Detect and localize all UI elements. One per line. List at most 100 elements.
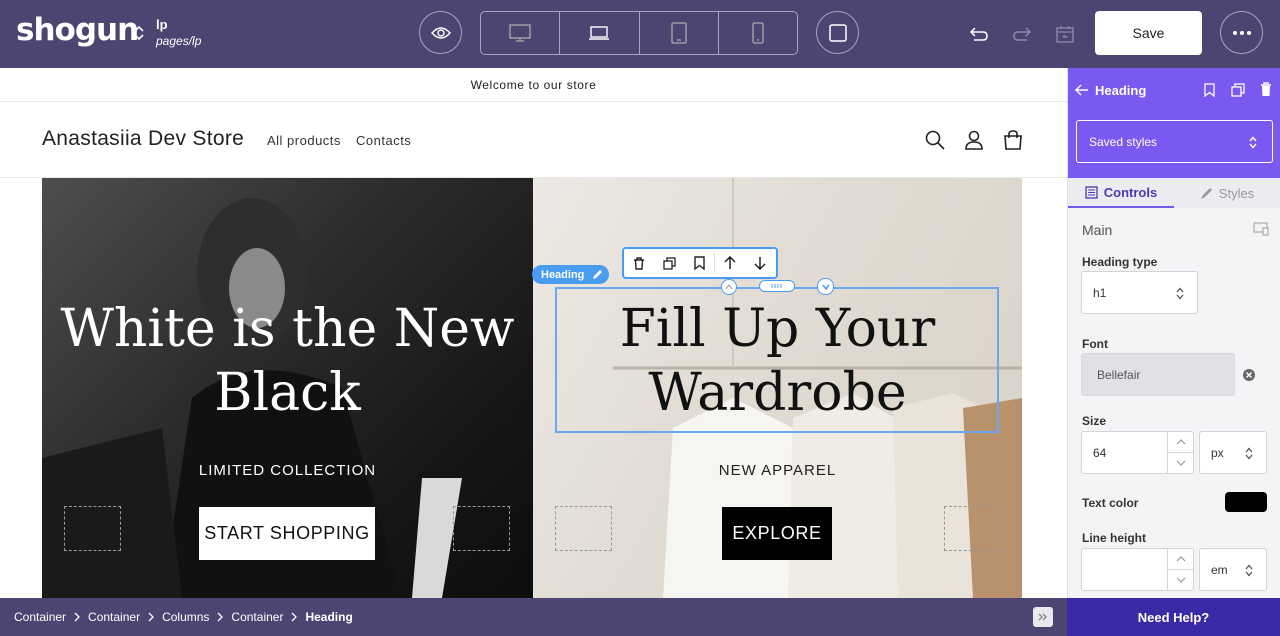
line-height-label: Line height bbox=[1082, 531, 1146, 545]
need-help-button[interactable]: Need Help? bbox=[1067, 598, 1280, 636]
redo-button[interactable] bbox=[1008, 20, 1036, 48]
nav-contacts[interactable]: Contacts bbox=[356, 133, 411, 148]
account-icon[interactable] bbox=[963, 129, 985, 151]
layers-button[interactable] bbox=[816, 11, 859, 54]
font-select[interactable]: Bellefair bbox=[1081, 353, 1235, 396]
expand-handle[interactable] bbox=[817, 278, 834, 295]
cart-icon[interactable] bbox=[1002, 129, 1024, 151]
store-header: Anastasiia Dev Store All products Contac… bbox=[0, 102, 1067, 178]
empty-slot[interactable] bbox=[453, 506, 510, 551]
clear-font-icon[interactable] bbox=[1242, 368, 1256, 382]
line-height-unit: em bbox=[1211, 562, 1228, 577]
undo-icon bbox=[969, 27, 988, 41]
selected-element-badge[interactable]: Heading bbox=[532, 265, 609, 284]
explore-button[interactable]: EXPLORE bbox=[722, 507, 832, 560]
chevron-right-icon bbox=[291, 612, 298, 622]
breadcrumb-item[interactable]: Container bbox=[231, 610, 283, 624]
tab-styles[interactable]: Styles bbox=[1174, 178, 1280, 208]
saved-styles-select[interactable]: Saved styles bbox=[1076, 120, 1273, 163]
nav-all-products[interactable]: All products bbox=[267, 133, 341, 148]
empty-slot[interactable] bbox=[555, 506, 612, 551]
hero-left-subtitle[interactable]: LIMITED COLLECTION bbox=[42, 462, 533, 479]
hero-right-heading[interactable]: Fill Up Your Wardrobe bbox=[533, 297, 1022, 425]
schedule-button[interactable] bbox=[1051, 20, 1079, 48]
calendar-icon bbox=[1056, 26, 1074, 43]
size-unit: px bbox=[1211, 445, 1224, 460]
move-down-button[interactable] bbox=[745, 249, 775, 277]
stepper-icon bbox=[1168, 556, 1194, 583]
duplicate-icon bbox=[662, 256, 676, 270]
save-button[interactable]: Save bbox=[1095, 11, 1202, 55]
back-arrow-icon[interactable] bbox=[1075, 84, 1089, 96]
collapse-handle[interactable] bbox=[721, 279, 737, 295]
save-element-button[interactable] bbox=[684, 249, 714, 277]
heading-type-value: h1 bbox=[1093, 285, 1107, 300]
size-value: 64 bbox=[1093, 445, 1107, 460]
move-up-button[interactable] bbox=[715, 249, 745, 277]
empty-slot[interactable] bbox=[64, 506, 121, 551]
bookmark-icon[interactable] bbox=[1204, 83, 1215, 97]
pencil-icon bbox=[593, 270, 603, 279]
bookmark-icon bbox=[693, 256, 705, 270]
device-tablet-button[interactable] bbox=[640, 12, 719, 54]
chevron-up-icon bbox=[725, 284, 733, 290]
undo-button[interactable] bbox=[965, 20, 993, 48]
more-options-button[interactable] bbox=[1220, 11, 1263, 54]
page-path: pages/lp bbox=[156, 34, 202, 48]
breadcrumb: Container Container Columns Container He… bbox=[0, 598, 1067, 636]
page-switcher[interactable]: lp pages/lp bbox=[132, 18, 222, 52]
device-desktop-button[interactable] bbox=[481, 12, 561, 54]
laptop-icon bbox=[589, 26, 610, 40]
hero-right-subtitle[interactable]: NEW APPAREL bbox=[533, 462, 1022, 479]
announcement-bar: Welcome to our store bbox=[0, 68, 1067, 102]
heading-type-label: Heading type bbox=[1082, 255, 1158, 269]
search-icon[interactable] bbox=[924, 129, 946, 151]
chevron-right-icon bbox=[74, 612, 80, 622]
panel-tabs: Controls Styles bbox=[1068, 178, 1280, 208]
redo-icon bbox=[1013, 27, 1032, 41]
empty-slot[interactable] bbox=[944, 506, 1001, 551]
expand-panel-button[interactable] bbox=[1033, 607, 1053, 627]
size-input[interactable]: 64 bbox=[1081, 431, 1194, 474]
device-mobile-button[interactable] bbox=[719, 12, 797, 54]
responsive-icon[interactable] bbox=[1253, 222, 1269, 236]
breadcrumb-item[interactable]: Columns bbox=[162, 610, 209, 624]
chevron-down-icon bbox=[821, 284, 830, 290]
text-color-swatch[interactable] bbox=[1225, 492, 1267, 512]
brush-icon bbox=[1200, 187, 1212, 199]
duplicate-element-button[interactable] bbox=[654, 249, 684, 277]
section-main-title: Main bbox=[1082, 222, 1113, 238]
device-laptop-button[interactable] bbox=[560, 12, 640, 54]
size-unit-select[interactable]: px bbox=[1199, 431, 1267, 474]
tab-styles-label: Styles bbox=[1218, 185, 1255, 201]
size-stepper[interactable] bbox=[1167, 432, 1194, 473]
store-name[interactable]: Anastasiia Dev Store bbox=[42, 127, 244, 151]
drag-handle[interactable] bbox=[759, 280, 795, 292]
device-switcher bbox=[480, 11, 798, 55]
chevron-right-icon bbox=[217, 612, 224, 622]
line-height-input[interactable] bbox=[1081, 548, 1194, 591]
heading-type-select[interactable]: h1 bbox=[1081, 271, 1198, 314]
double-chevron-right-icon bbox=[1038, 613, 1047, 621]
line-height-unit-select[interactable]: em bbox=[1199, 548, 1267, 591]
breadcrumb-item[interactable]: Container bbox=[88, 610, 140, 624]
hero-column-left[interactable]: White is the New Black LIMITED COLLECTIO… bbox=[42, 178, 533, 598]
start-shopping-button[interactable]: START SHOPPING bbox=[199, 507, 375, 560]
chevron-updown-icon bbox=[1245, 447, 1253, 460]
hero-left-heading[interactable]: White is the New Black bbox=[42, 297, 533, 425]
hero-column-right[interactable]: Fill Up Your Wardrobe NEW APPAREL EXPLOR… bbox=[533, 178, 1022, 598]
shogun-logo: shogun bbox=[16, 12, 139, 48]
breadcrumb-current[interactable]: Heading bbox=[305, 610, 352, 624]
line-height-stepper[interactable] bbox=[1167, 549, 1194, 590]
square-icon bbox=[828, 23, 847, 42]
chevron-updown-icon bbox=[1249, 136, 1257, 149]
duplicate-icon[interactable] bbox=[1231, 83, 1245, 97]
trash-icon[interactable] bbox=[1260, 82, 1272, 97]
element-toolbar bbox=[622, 247, 778, 279]
tab-controls[interactable]: Controls bbox=[1068, 178, 1174, 208]
editor-canvas[interactable]: Welcome to our store Anastasiia Dev Stor… bbox=[0, 68, 1067, 598]
breadcrumb-item[interactable]: Container bbox=[14, 610, 66, 624]
preview-button[interactable] bbox=[419, 11, 462, 54]
delete-element-button[interactable] bbox=[624, 249, 654, 277]
page-name: lp bbox=[156, 17, 168, 32]
